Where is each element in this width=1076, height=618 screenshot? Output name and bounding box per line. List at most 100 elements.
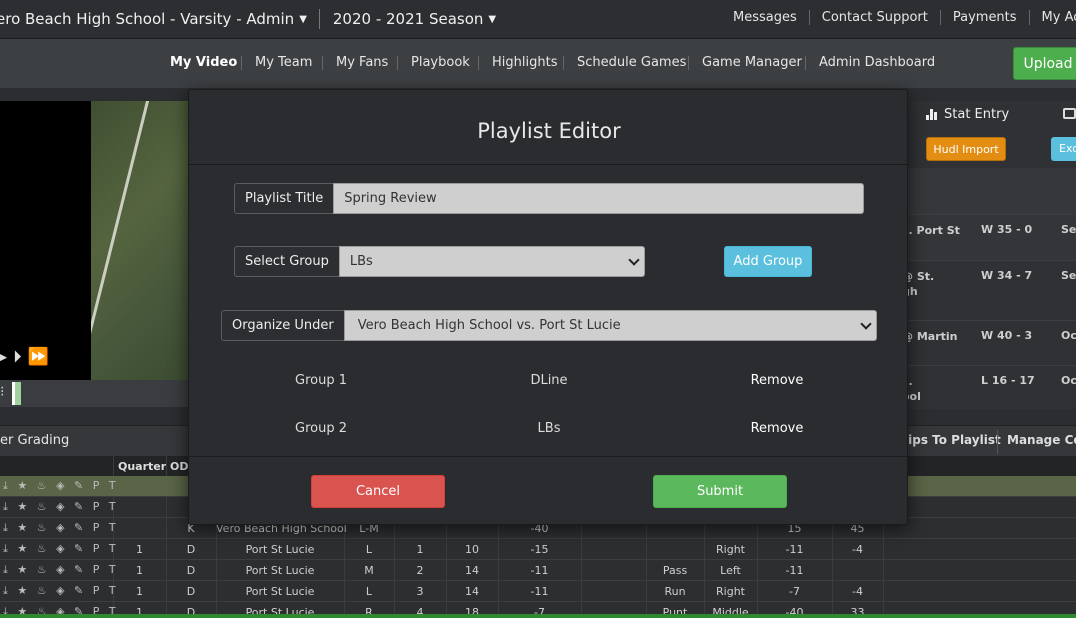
game-row[interactable]: s. Port St W 35 - 0 Sep	[902, 214, 1076, 260]
cancel-button[interactable]: Cancel	[311, 475, 445, 508]
table-cell: Right	[716, 585, 745, 598]
table-cell: D	[186, 585, 196, 598]
table-row[interactable]: ⤓ ★ ♨ ◈ ✎ P T 1 D Port St Lucie L 3 14 -11 Run Ri…	[0, 581, 1076, 602]
upload-button[interactable]: Upload	[1013, 47, 1076, 80]
table-cell: Pass	[662, 564, 688, 577]
chevron-down-icon	[628, 254, 640, 266]
payments-link[interactable]: Payments	[941, 10, 1029, 25]
table-row[interactable]: ⤓ ★ ♨ ◈ ✎ P T 1 D Port St Lucie M 2 14 -11 Pass L…	[0, 560, 1076, 581]
stat-entry-link[interactable]: Stat Entry	[944, 107, 1009, 122]
nav-admin-dashboard[interactable]: Admin Dashboard	[819, 55, 935, 70]
game-row[interactable]: @ Martin W 40 - 3 Oc	[902, 320, 1076, 365]
playlist-editor-modal: Playlist Editor Playlist Title Spring Re…	[188, 89, 908, 525]
nav-highlights[interactable]: Highlights	[492, 55, 557, 70]
add-group-button[interactable]: Add Group	[724, 246, 812, 277]
playlist-title-label: Playlist Title	[234, 183, 334, 214]
row-action-icons[interactable]: ⤓ ★ ♨ ◈ ✎ P T	[3, 521, 119, 535]
row-action-icons[interactable]: ⤓ ★ ♨ ◈ ✎ P T	[3, 542, 119, 556]
clips-to-playlist-button[interactable]: lips To Playlist	[904, 433, 1001, 447]
my-account-link[interactable]: My Accou	[1030, 10, 1076, 25]
game-opponent: s. Port St	[902, 224, 960, 237]
divider	[397, 56, 398, 70]
table-cell: -7	[789, 585, 800, 598]
video-player[interactable]	[0, 101, 91, 380]
table-cell: 2	[416, 564, 424, 577]
contact-support-link[interactable]: Contact Support	[810, 10, 940, 25]
main-nav: My Video My Team My Fans Playbook Highli…	[0, 39, 1076, 88]
table-cell: -15	[530, 543, 549, 556]
table-cell: 1	[136, 564, 143, 577]
row-action-icons[interactable]: ⤓ ★ ♨ ◈ ✎ P T	[3, 584, 119, 598]
game-row[interactable]: s. ool L 16 - 17 Oc	[902, 365, 1076, 409]
table-cell: L	[365, 543, 373, 556]
season-selector[interactable]: 2020 - 2021 Season	[333, 10, 484, 28]
team-switcher: ero Beach High School - Varsity - Admin …	[0, 9, 508, 29]
top-bar: ero Beach High School - Varsity - Admin …	[0, 0, 1076, 39]
caret-down-icon[interactable]: ▼	[488, 14, 496, 25]
team-selector[interactable]: ero Beach High School - Varsity - Admin	[0, 10, 294, 28]
table-cell: 14	[465, 564, 479, 577]
game-result: W 35 - 0	[981, 223, 1033, 236]
bar-chart-icon	[926, 109, 937, 120]
organize-under-group: Organize Under Vero Beach High School vs…	[221, 310, 877, 341]
table-cell: -11	[785, 564, 804, 577]
clip-marker[interactable]	[12, 382, 21, 405]
grading-title: er Grading	[0, 433, 70, 448]
nav-my-video[interactable]: My Video	[170, 55, 237, 70]
play-icon[interactable]: ▶	[0, 347, 13, 367]
table-row[interactable]: ⤓ ★ ♨ ◈ ✎ P T 1 D Port St Lucie L 1 10 -15 Right…	[0, 539, 1076, 560]
nav-game-manager[interactable]: Game Manager	[702, 55, 802, 70]
remove-group-button[interactable]: Remove	[737, 421, 817, 436]
group-name: Group 2	[295, 421, 347, 436]
submit-button[interactable]: Submit	[653, 475, 787, 508]
nav-my-fans[interactable]: My Fans	[336, 55, 388, 70]
group-name: Group 1	[295, 373, 347, 388]
table-cell: 3	[416, 585, 424, 598]
bottom-accent	[0, 614, 1076, 618]
organize-under-value: Vero Beach High School vs. Port St Lucie	[357, 318, 621, 333]
divider	[563, 56, 564, 70]
nav-playbook[interactable]: Playbook	[411, 55, 470, 70]
caret-down-icon[interactable]: ▼	[299, 14, 307, 25]
playlist-title-group: Playlist Title Spring Review	[234, 183, 864, 214]
table-cell: M	[364, 564, 374, 577]
divider	[241, 56, 242, 70]
manage-columns-button[interactable]: Manage Colu	[1007, 433, 1076, 447]
nav-my-team[interactable]: My Team	[255, 55, 312, 70]
table-cell: 14	[465, 585, 479, 598]
organize-under-label: Organize Under	[221, 310, 344, 341]
modal-title: Playlist Editor	[477, 119, 621, 143]
table-cell: Right	[716, 543, 745, 556]
step-forward-icon[interactable]: ⏵	[13, 347, 28, 367]
row-action-icons[interactable]: ⤓ ★ ♨ ◈ ✎ P T	[3, 479, 119, 493]
table-cell: L	[365, 585, 373, 598]
table-cell: 1	[136, 543, 143, 556]
messages-link[interactable]: Messages	[721, 10, 809, 25]
select-group-label: Select Group	[234, 246, 339, 277]
hudl-import-button[interactable]: Hudl Import	[926, 137, 1006, 161]
column-header-quarter[interactable]: Quarter	[118, 460, 166, 473]
select-group-dropdown[interactable]: LBs	[338, 246, 645, 277]
organize-under-dropdown[interactable]: Vero Beach High School vs. Port St Lucie	[343, 310, 877, 341]
timeline-scrubber[interactable]: ⁝	[0, 380, 188, 407]
divider	[805, 56, 806, 70]
select-group-group: Select Group LBs	[234, 246, 645, 277]
table-cell: 1	[136, 585, 143, 598]
table-cell: -11	[785, 543, 804, 556]
game-row[interactable]: @ St. gh W 34 - 7 Sep	[902, 260, 1076, 320]
remove-group-button[interactable]: Remove	[737, 373, 817, 388]
divider	[478, 56, 479, 70]
fast-forward-icon[interactable]: ⏩	[28, 347, 55, 367]
divider	[318, 9, 320, 29]
row-action-icons[interactable]: ⤓ ★ ♨ ◈ ✎ P T	[3, 563, 119, 577]
timeline-handle-icon[interactable]: ⁝	[0, 384, 4, 400]
game-result: L 16 - 17	[981, 374, 1035, 387]
yard-line	[91, 101, 154, 380]
row-action-icons[interactable]: ⤓ ★ ♨ ◈ ✎ P T	[3, 500, 119, 514]
table-cell: -4	[852, 585, 863, 598]
export-button[interactable]: Exc	[1051, 137, 1076, 161]
briefcase-icon[interactable]	[1063, 108, 1076, 119]
playlist-title-input[interactable]: Spring Review	[333, 183, 864, 214]
nav-schedule-games[interactable]: Schedule Games	[577, 55, 686, 70]
table-cell: 1	[416, 543, 424, 556]
